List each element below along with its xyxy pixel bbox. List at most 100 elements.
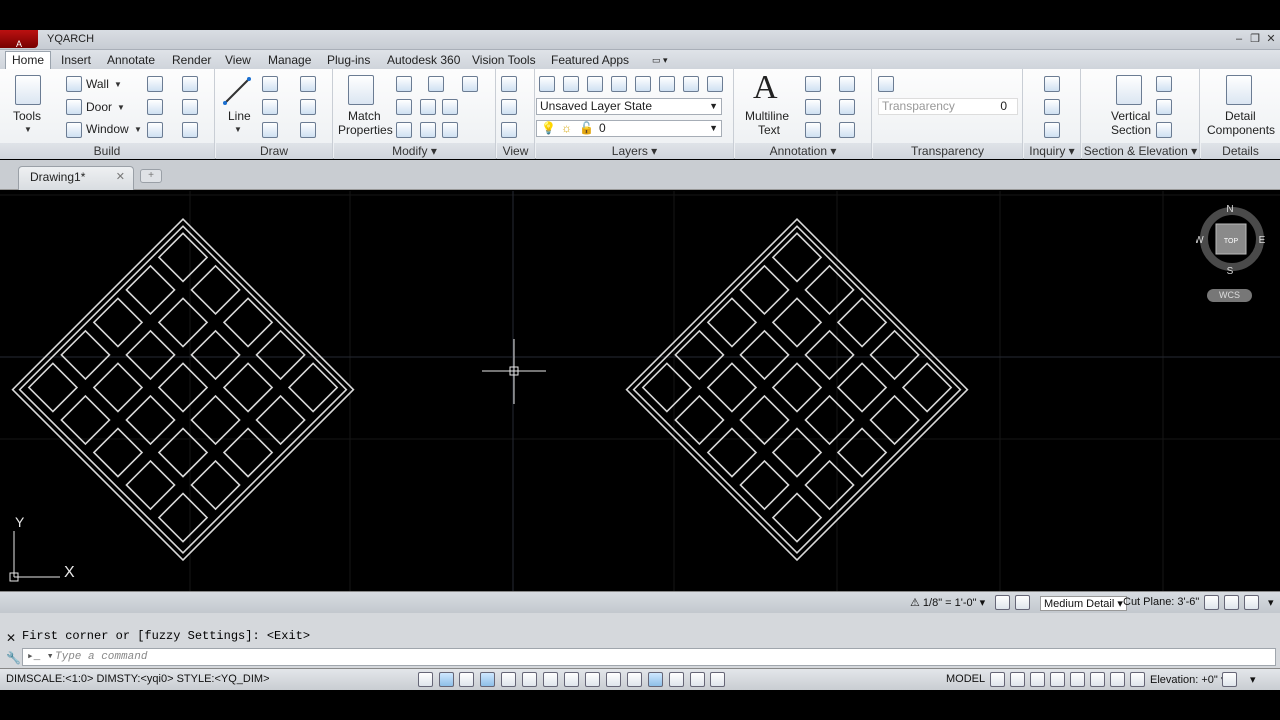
- tab-plug-ins[interactable]: Plug-ins: [327, 52, 370, 69]
- move-icon[interactable]: [396, 76, 412, 92]
- tile-cell[interactable]: [641, 362, 693, 413]
- view-orbit-icon[interactable]: [501, 99, 517, 115]
- view-panel-label[interactable]: View: [497, 143, 534, 159]
- copy-icon[interactable]: [420, 99, 436, 115]
- close-tab-icon[interactable]: ✕: [116, 167, 125, 187]
- snap-mode-icon[interactable]: [439, 672, 454, 687]
- clean-screen-icon[interactable]: [1222, 672, 1237, 687]
- tile-cell[interactable]: [771, 427, 823, 478]
- tile-cell[interactable]: [804, 329, 855, 381]
- stair-icon[interactable]: [147, 76, 163, 92]
- callout-icon[interactable]: [1156, 76, 1172, 92]
- window-icon[interactable]: [66, 122, 82, 138]
- revision-cloud-icon[interactable]: [839, 76, 855, 92]
- draw-panel-label[interactable]: Draw: [216, 143, 332, 159]
- tile-cell[interactable]: [706, 297, 758, 348]
- quick-view-layouts-icon[interactable]: [990, 672, 1005, 687]
- annotation-visibility-icon[interactable]: [995, 595, 1010, 610]
- layer-select[interactable]: 💡 ☼ 🔓 0 ▼: [536, 120, 722, 137]
- tile-cell[interactable]: [804, 459, 855, 511]
- roof-icon[interactable]: [147, 99, 163, 115]
- wall-dropdown-icon[interactable]: ▼: [114, 80, 122, 89]
- tile-cell[interactable]: [836, 362, 888, 413]
- tools-label[interactable]: Tools: [13, 109, 41, 123]
- object-snap-tracking-icon[interactable]: [564, 672, 579, 687]
- quick-properties-icon[interactable]: [669, 672, 684, 687]
- drawing-status-menu-icon[interactable]: ▾: [1268, 596, 1274, 609]
- window-button[interactable]: Window: [86, 122, 129, 136]
- tab-home[interactable]: Home: [5, 51, 52, 69]
- tile-cell[interactable]: [92, 297, 144, 348]
- dimension-icon[interactable]: [805, 76, 821, 92]
- toolbar-lock-icon[interactable]: [1110, 672, 1125, 687]
- polar-tracking-icon[interactable]: [501, 672, 516, 687]
- inquiry-panel-label[interactable]: Inquiry ▾: [1024, 143, 1080, 159]
- drawing-tab[interactable]: Drawing1* ✕: [18, 166, 134, 190]
- restore-button[interactable]: ❐: [1248, 32, 1262, 46]
- transparency-panel-label[interactable]: Transparency: [873, 143, 1022, 159]
- hardware-acceleration-icon[interactable]: [1130, 672, 1145, 687]
- ortho-mode-icon[interactable]: [480, 672, 495, 687]
- display-configuration-select[interactable]: Medium Detail ▾: [1040, 596, 1127, 611]
- hatch-icon[interactable]: [300, 122, 316, 138]
- tile-cell[interactable]: [287, 362, 339, 413]
- tile-cell[interactable]: [125, 264, 176, 316]
- model-space-toggle[interactable]: MODEL: [946, 673, 985, 685]
- layer-state-select[interactable]: Unsaved Layer State ▼: [536, 98, 722, 115]
- polyline-icon[interactable]: [262, 76, 278, 92]
- tile-cell[interactable]: [157, 427, 209, 478]
- view-box-icon[interactable]: [501, 76, 517, 92]
- tab-autodesk-360[interactable]: Autodesk 360: [387, 52, 460, 69]
- elevation-icon[interactable]: [1156, 99, 1172, 115]
- elevation-readout[interactable]: Elevation: +0" ▾: [1150, 673, 1226, 686]
- annotation-scale[interactable]: ⚠ 1/8" = 1'-0" ▾: [910, 596, 985, 609]
- fillet-icon[interactable]: [462, 76, 478, 92]
- tile-cell[interactable]: [222, 297, 274, 348]
- offset-icon[interactable]: [442, 122, 458, 138]
- measure-icon[interactable]: [1044, 76, 1060, 92]
- table-icon[interactable]: [839, 122, 855, 138]
- tile-cell[interactable]: [190, 329, 241, 381]
- erase-icon[interactable]: [396, 99, 412, 115]
- tab-featured-apps[interactable]: Featured Apps: [551, 52, 629, 69]
- infer-constraints-icon[interactable]: [418, 672, 433, 687]
- surface-hatch-icon[interactable]: [1204, 595, 1219, 610]
- grid-display-icon[interactable]: [459, 672, 474, 687]
- dynamic-ucs-icon[interactable]: [585, 672, 600, 687]
- tile-grid-right[interactable]: [625, 218, 969, 562]
- pan-icon[interactable]: [1030, 672, 1045, 687]
- door-dropdown-icon[interactable]: ▼: [117, 103, 125, 112]
- section-panel-label[interactable]: Section & Elevation ▾: [1082, 143, 1199, 159]
- tab-vision-tools[interactable]: Vision Tools: [472, 52, 536, 69]
- close-command-line-icon[interactable]: ✕: [6, 631, 16, 645]
- build-panel-label[interactable]: Build: [0, 143, 214, 159]
- ribbon-options-icon[interactable]: ▭ ▾: [652, 52, 668, 69]
- point-icon[interactable]: [300, 76, 316, 92]
- dynamic-input-icon[interactable]: [606, 672, 621, 687]
- cut-plane[interactable]: Cut Plane: 3'-6": [1123, 596, 1199, 608]
- tile-cell[interactable]: [92, 362, 144, 413]
- tile-cell[interactable]: [706, 427, 758, 478]
- tile-cell[interactable]: [60, 394, 111, 446]
- tile-cell[interactable]: [125, 329, 176, 381]
- layer-walk-icon[interactable]: [683, 76, 699, 92]
- tab-insert[interactable]: Insert: [61, 52, 91, 69]
- tile-cell[interactable]: [190, 264, 241, 316]
- tile-cell[interactable]: [125, 459, 176, 511]
- layer-lock-icon[interactable]: [635, 76, 651, 92]
- tile-cell[interactable]: [157, 492, 209, 543]
- details-panel-label[interactable]: Details: [1201, 143, 1280, 159]
- tile-cell[interactable]: [836, 427, 888, 478]
- multiline-text-icon[interactable]: A: [753, 69, 778, 107]
- tile-cell[interactable]: [804, 394, 855, 446]
- tile-cell[interactable]: [836, 297, 888, 348]
- annotation-panel-label[interactable]: Annotation ▾: [735, 143, 871, 159]
- modify-panel-label[interactable]: Modify ▾: [334, 143, 495, 159]
- detail-components-label-1[interactable]: Detail: [1225, 109, 1256, 123]
- area-icon[interactable]: [1044, 99, 1060, 115]
- tile-cell[interactable]: [255, 329, 306, 381]
- tile-cell[interactable]: [157, 297, 209, 348]
- array-icon[interactable]: [396, 122, 412, 138]
- auto-scale-icon[interactable]: [1015, 595, 1030, 610]
- command-prompt-icon[interactable]: ▸_ ▾: [27, 649, 53, 665]
